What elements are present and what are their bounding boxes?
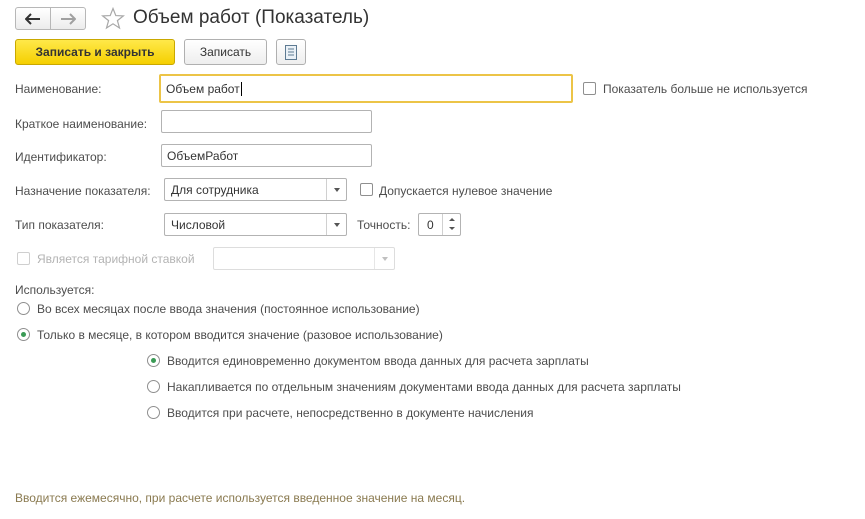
type-label: Тип показателя: xyxy=(15,218,104,232)
dropdown-arrow-icon[interactable] xyxy=(326,214,346,235)
identifier-label: Идентификатор: xyxy=(15,150,107,164)
dropdown-arrow-icon xyxy=(374,248,394,269)
name-input[interactable]: Объем работ xyxy=(159,74,573,103)
purpose-select[interactable]: Для сотрудника xyxy=(164,178,347,201)
dropdown-arrow-icon[interactable] xyxy=(326,179,346,200)
purpose-value: Для сотрудника xyxy=(171,183,259,197)
chevron-up-icon[interactable] xyxy=(449,218,455,221)
stepper-arrows[interactable] xyxy=(442,214,460,235)
usage-radio-onetime[interactable] xyxy=(17,328,30,341)
footer-hint: Вводится ежемесячно, при расчете использ… xyxy=(15,491,466,505)
chevron-down-icon[interactable] xyxy=(449,227,455,230)
tariff-select xyxy=(213,247,395,270)
star-icon xyxy=(100,6,126,30)
tariff-label: Является тарифной ставкой xyxy=(37,252,195,266)
back-button[interactable] xyxy=(15,7,51,30)
forward-button[interactable] xyxy=(50,7,86,30)
save-and-close-button[interactable]: Записать и закрыть xyxy=(15,39,175,65)
sub-radio-single-doc[interactable] xyxy=(147,354,160,367)
sub-radio-in-accrual[interactable] xyxy=(147,406,160,419)
usage-radio-permanent[interactable] xyxy=(17,302,30,315)
arrow-right-icon xyxy=(61,12,76,25)
short-name-label: Краткое наименование: xyxy=(15,117,148,131)
zero-allowed-label: Допускается нулевое значение xyxy=(379,184,553,198)
usage-option-permanent: Во всех месяцах после ввода значения (по… xyxy=(37,302,420,316)
save-button[interactable]: Записать xyxy=(184,39,267,65)
short-name-input[interactable] xyxy=(161,110,372,133)
name-label: Наименование: xyxy=(15,82,102,96)
purpose-label: Назначение показателя: xyxy=(15,184,151,198)
sub-option-single-doc: Вводится единовременно документом ввода … xyxy=(167,354,589,368)
more-actions-button[interactable] xyxy=(276,39,306,65)
precision-stepper[interactable]: 0 xyxy=(418,213,461,236)
tariff-checkbox xyxy=(17,252,30,265)
name-value: Объем работ xyxy=(166,81,240,96)
type-value: Числовой xyxy=(171,218,226,232)
page-title: Объем работ (Показатель) xyxy=(133,7,370,28)
zero-allowed-checkbox[interactable] xyxy=(360,183,373,196)
precision-label: Точность: xyxy=(357,218,411,232)
precision-value: 0 xyxy=(427,218,434,232)
type-select[interactable]: Числовой xyxy=(164,213,347,236)
favorite-button[interactable] xyxy=(100,6,126,33)
unused-checkbox[interactable] xyxy=(583,82,596,95)
text-cursor xyxy=(240,81,242,96)
arrow-left-icon xyxy=(25,12,40,25)
usage-option-onetime: Только в месяце, в котором вводится знач… xyxy=(37,328,443,342)
sub-option-accumulated: Накапливается по отдельным значениям док… xyxy=(167,380,681,394)
unused-label: Показатель больше не используется xyxy=(603,82,808,96)
usage-label: Используется: xyxy=(15,283,95,297)
identifier-value: ОбъемРабот xyxy=(167,148,239,163)
document-list-icon xyxy=(285,44,297,60)
identifier-input[interactable]: ОбъемРабот xyxy=(161,144,372,167)
sub-radio-accumulated[interactable] xyxy=(147,380,160,393)
sub-option-in-accrual: Вводится при расчете, непосредственно в … xyxy=(167,406,534,420)
